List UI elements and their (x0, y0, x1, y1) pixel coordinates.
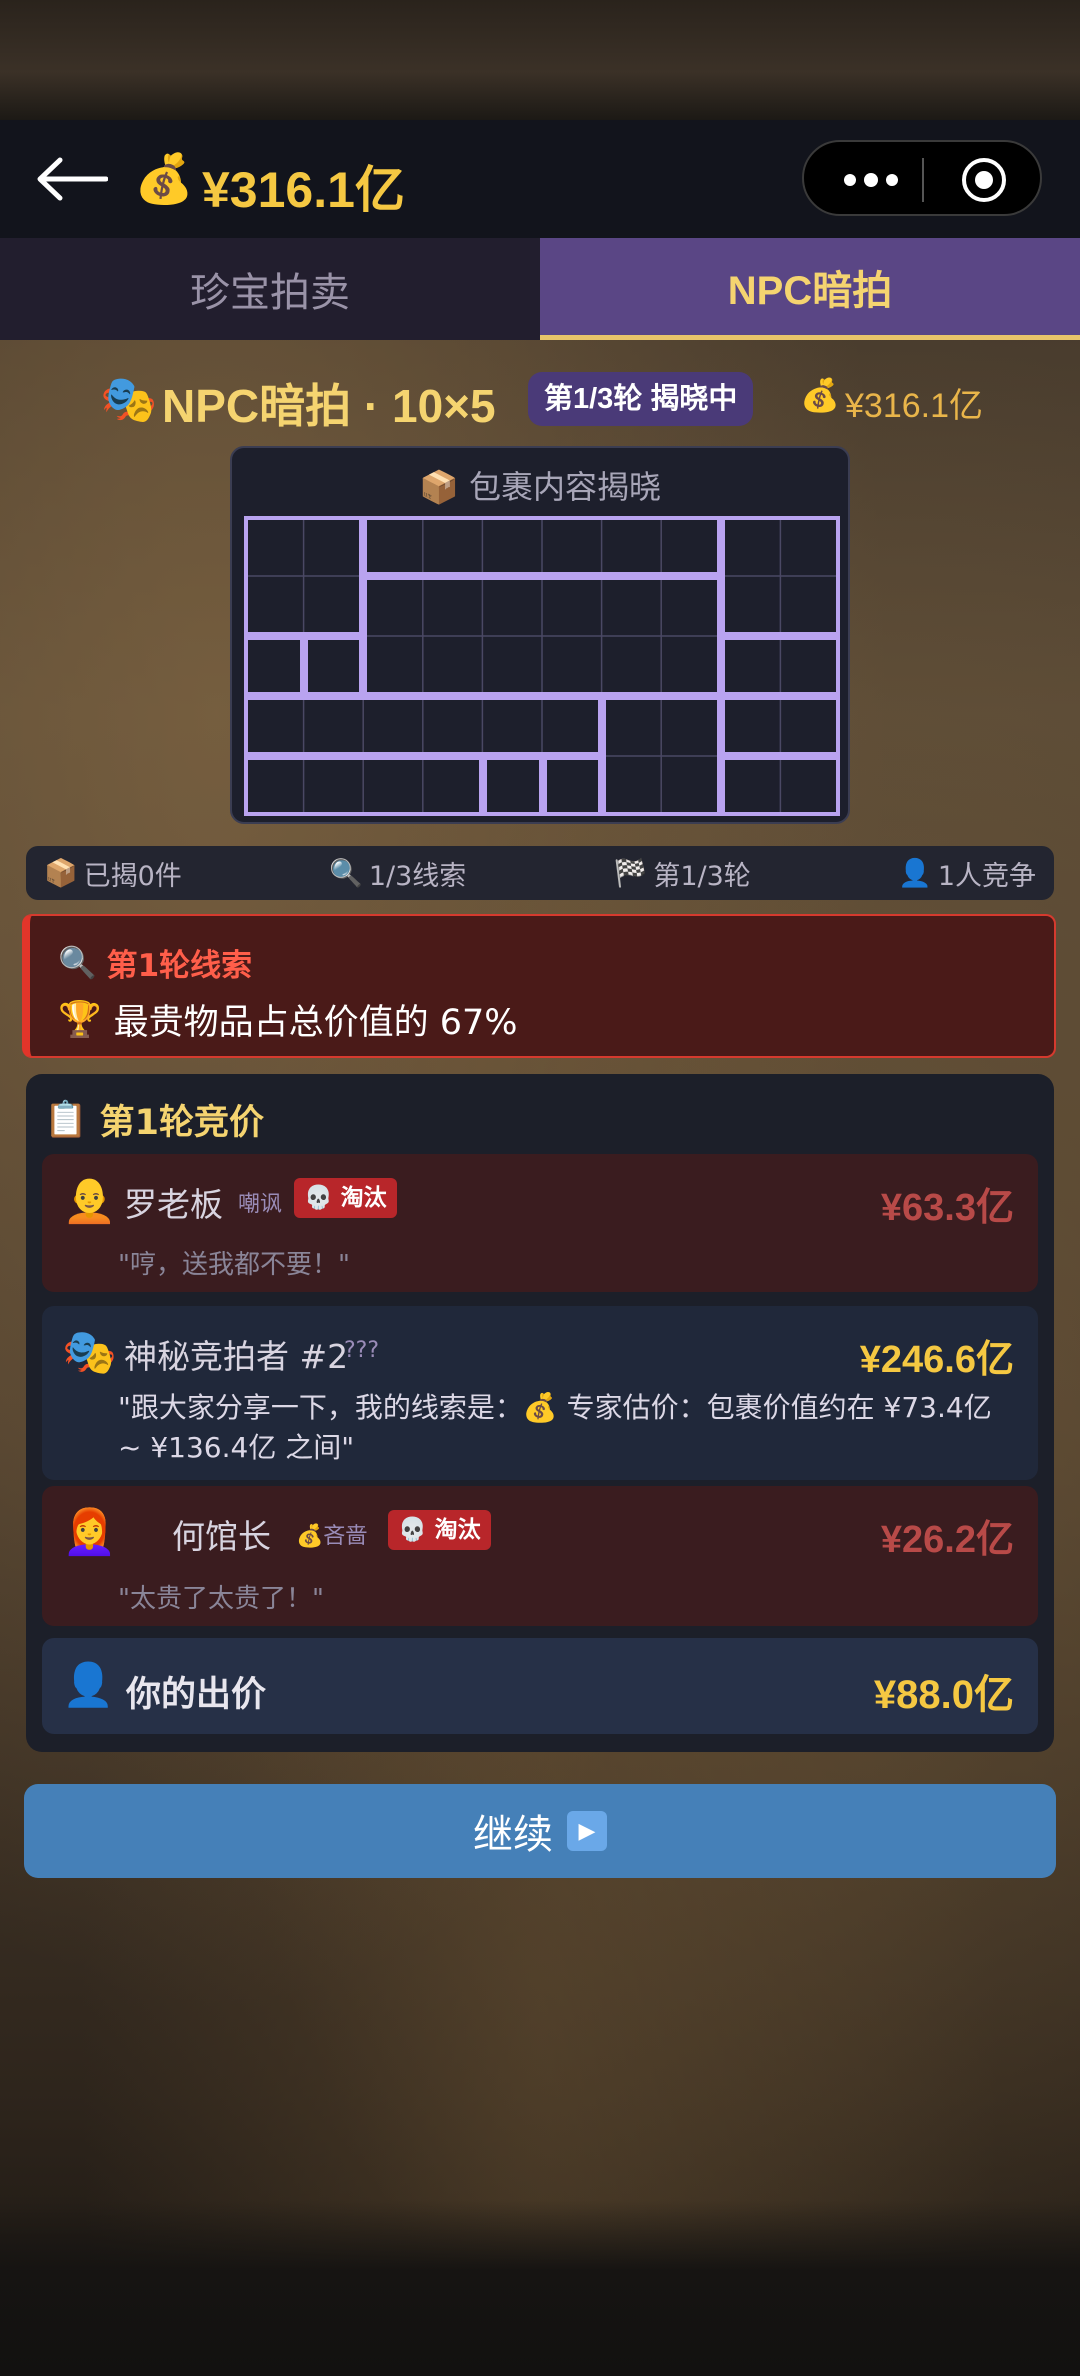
continue-label: 继续 (473, 1812, 553, 1858)
package-icon: 📦 (418, 468, 459, 506)
eliminated-badge: 💀 淘汰 (294, 1178, 397, 1218)
grid-item (543, 756, 602, 816)
skull-icon: 💀 (304, 1185, 333, 1211)
more-icon[interactable] (836, 160, 906, 200)
grid-item (244, 636, 304, 696)
checkered-flag-icon: 🏁 (613, 858, 648, 889)
bald-man-icon: 🧑‍🦲 (62, 1175, 117, 1226)
back-arrow-icon[interactable] (36, 156, 108, 202)
mode-tabs: 珍宝拍卖 NPC暗拍 (0, 238, 1080, 340)
bidding-title-label: 第1轮竞价 (99, 1103, 264, 1143)
stat-clues: 🔍 1/3线索 (329, 854, 466, 893)
title-balance: ¥316.1亿 (845, 387, 983, 425)
magnifier-icon: 🔍 (58, 945, 97, 981)
bidding-title: 📋 第1轮竞价 (44, 1094, 264, 1145)
header-balance: ¥316.1亿 (202, 162, 405, 218)
bidding-panel: 📋 第1轮竞价 🧑‍🦲 罗老板 嘲讽 💀 淘汰 ¥63.3亿 "哼，送我都不要！… (26, 1074, 1054, 1752)
bidder-trait: ??? (344, 1338, 380, 1363)
background-shadow-bottom (0, 2200, 1080, 2376)
reveal-header-label: 包裹内容揭晓 (469, 468, 662, 506)
trophy-icon: 🏆 (58, 1000, 102, 1040)
clipboard-icon: 📋 (44, 1100, 88, 1140)
background-photo-top (0, 0, 1080, 120)
clue-title-label: 第1轮线索 (106, 948, 253, 984)
bidder-card: 🧑‍🦲 罗老板 嘲讽 💀 淘汰 ¥63.3亿 "哼，送我都不要！" (42, 1154, 1038, 1292)
stat-competitors: 👤 1人竞争 (898, 854, 1036, 893)
magnifier-icon: 🔍 (329, 858, 363, 889)
your-bid-label: 你的出价 (126, 1675, 267, 1715)
stat-clues-label: 1/3线索 (368, 860, 467, 892)
eliminated-label: 淘汰 (434, 1517, 481, 1543)
eliminated-label: 淘汰 (340, 1185, 387, 1211)
mini-program-capsule (802, 140, 1042, 216)
tab-treasure-auction[interactable]: 珍宝拍卖 (0, 238, 540, 340)
eliminated-badge: 💀 淘汰 (388, 1510, 491, 1550)
theater-mask-icon: 🎭 (100, 372, 158, 426)
stat-round-label: 第1/3轮 (653, 860, 751, 892)
top-bar: 💰 ¥316.1亿 (0, 120, 1080, 238)
clue-text: 🏆 最贵物品占总价值的 67% (58, 994, 518, 1045)
package-grid (244, 516, 840, 816)
close-target-icon[interactable] (960, 156, 1008, 204)
user-icon: 👤 (62, 1660, 115, 1709)
bidder-quote: "哼，送我都不要！" (118, 1250, 350, 1280)
bid-amount: ¥26.2亿 (880, 1519, 1014, 1561)
bidder-name: 罗老板 (124, 1185, 223, 1224)
bidder-trait-label: 吝啬 (323, 1524, 368, 1549)
game-title-row: 🎭 NPC暗拍 · 10×5 第1/3轮 揭晓中 💰 ¥316.1亿 (0, 364, 1080, 434)
round-status-badge: 第1/3轮 揭晓中 (528, 372, 754, 426)
theater-mask-icon: 🎭 (62, 1327, 117, 1378)
skull-icon: 💀 (398, 1517, 427, 1543)
person-icon: 👤 (898, 858, 932, 889)
bidder-quote: "太贵了太贵了！" (118, 1584, 324, 1614)
game-title: NPC暗拍 · 10×5 (162, 380, 496, 432)
stat-competitors-label: 1人竞争 (937, 860, 1036, 892)
bid-amount: ¥63.3亿 (880, 1187, 1014, 1229)
bidder-trait: 嘲讽 (238, 1192, 283, 1217)
bidder-card: 🎭 神秘竞拍者 #2 ??? ¥246.6亿 "跟大家分享一下，我的线索是：💰 … (42, 1306, 1038, 1480)
clue-box: 🔍 第1轮线索 🏆 最贵物品占总价值的 67% (22, 914, 1056, 1058)
clue-title: 🔍 第1轮线索 (58, 940, 252, 985)
clue-text-label: 最贵物品占总价值的 67% (113, 1003, 518, 1043)
money-bag-icon: 💰 (296, 1524, 324, 1549)
bidder-quote: "跟大家分享一下，我的线索是：💰 专家估价：包裹价值约在 ¥73.4亿 ~ ¥1… (118, 1391, 992, 1464)
bid-amount: ¥246.6亿 (859, 1339, 1014, 1381)
stats-bar: 📦 已揭0件 🔍 1/3线索 🏁 第1/3轮 👤 1人竞争 (26, 846, 1054, 900)
stat-revealed: 📦 已揭0件 (44, 854, 182, 893)
bidder-name: 神秘竞拍者 #2 (124, 1337, 349, 1376)
money-bag-icon: 💰 (134, 151, 194, 207)
grid-item (304, 636, 363, 696)
grid-item (483, 756, 543, 816)
capsule-divider (922, 158, 924, 202)
tab-npc-blind-auction[interactable]: NPC暗拍 (540, 238, 1080, 340)
stat-revealed-label: 已揭0件 (83, 860, 182, 892)
reveal-header: 📦 包裹内容揭晓 (232, 462, 848, 508)
continue-button[interactable]: 继续 ▶ (24, 1784, 1056, 1878)
money-bag-icon: 💰 (800, 376, 840, 414)
package-reveal-panel: 📦 包裹内容揭晓 (230, 446, 850, 824)
your-bid-row: 👤 你的出价 ¥88.0亿 (42, 1638, 1038, 1734)
bidder-name: 何馆长 (172, 1517, 271, 1556)
curator-avatar-icon: 👩‍🦰 (62, 1507, 117, 1558)
your-bid-amount: ¥88.0亿 (873, 1673, 1014, 1717)
bidder-card: 👩‍🦰 何馆长 💰吝啬 💀 淘汰 ¥26.2亿 "太贵了太贵了！" (42, 1486, 1038, 1626)
package-icon: 📦 (44, 858, 78, 889)
bidder-trait: 💰吝啬 (296, 1518, 367, 1550)
stat-round: 🏁 第1/3轮 (614, 854, 751, 893)
play-icon: ▶ (567, 1811, 607, 1851)
